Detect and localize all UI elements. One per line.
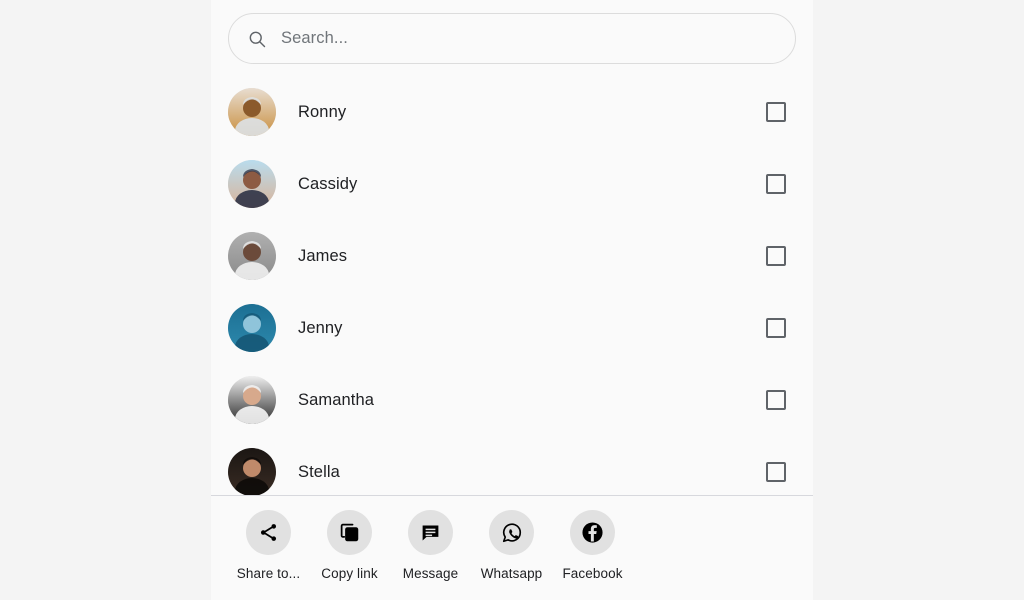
share-action-label: Whatsapp [480, 566, 543, 581]
avatar [228, 376, 276, 424]
contact-row[interactable]: Cassidy [228, 148, 796, 220]
facebook-icon[interactable] [570, 510, 615, 555]
search-input[interactable] [281, 29, 777, 48]
contact-row[interactable]: Samantha [228, 364, 796, 436]
avatar [228, 88, 276, 136]
contact-name: Jenny [298, 318, 343, 337]
contact-checkbox[interactable] [766, 174, 786, 194]
share-sheet-panel: Ronny Cassidy James [211, 0, 813, 600]
contact-checkbox[interactable] [766, 246, 786, 266]
share-nodes-icon[interactable] [246, 510, 291, 555]
contact-name: James [298, 246, 348, 265]
avatar [228, 448, 276, 495]
contact-checkbox[interactable] [766, 318, 786, 338]
share-action-label: Share to... [236, 566, 301, 581]
share-action-label: Facebook [562, 566, 623, 581]
search-icon [247, 29, 267, 49]
avatar [228, 304, 276, 352]
share-action-whatsapp[interactable]: Whatsapp [471, 510, 552, 581]
avatar [228, 160, 276, 208]
contact-list[interactable]: Ronny Cassidy James Jenny Samantha Stell… [211, 76, 813, 496]
copy-icon[interactable] [327, 510, 372, 555]
share-action-copy-link[interactable]: Copy link [309, 510, 390, 581]
search-box[interactable] [228, 13, 796, 64]
contact-name: Samantha [298, 390, 375, 409]
contact-name: Cassidy [298, 174, 358, 193]
share-action-facebook[interactable]: Facebook [552, 510, 633, 581]
share-action-share-to[interactable]: Share to... [228, 510, 309, 581]
contact-checkbox[interactable] [766, 102, 786, 122]
contact-checkbox[interactable] [766, 462, 786, 482]
share-sheet-page: Ronny Cassidy James [0, 0, 1024, 600]
contact-checkbox[interactable] [766, 390, 786, 410]
contact-row[interactable]: James [228, 220, 796, 292]
contact-name: Stella [298, 462, 340, 481]
contact-row[interactable]: Jenny [228, 292, 796, 364]
message-bubble-icon[interactable] [408, 510, 453, 555]
share-actions-bar: Share to... Copy link Message Whatsapp Faceb… [211, 496, 813, 600]
contact-row[interactable]: Stella [228, 436, 796, 495]
contact-name: Ronny [298, 102, 347, 121]
search-section [211, 0, 813, 76]
share-action-message[interactable]: Message [390, 510, 471, 581]
share-action-label: Copy link [321, 566, 378, 581]
contact-row[interactable]: Ronny [228, 76, 796, 148]
avatar [228, 232, 276, 280]
share-action-label: Message [402, 566, 459, 581]
whatsapp-icon[interactable] [489, 510, 534, 555]
